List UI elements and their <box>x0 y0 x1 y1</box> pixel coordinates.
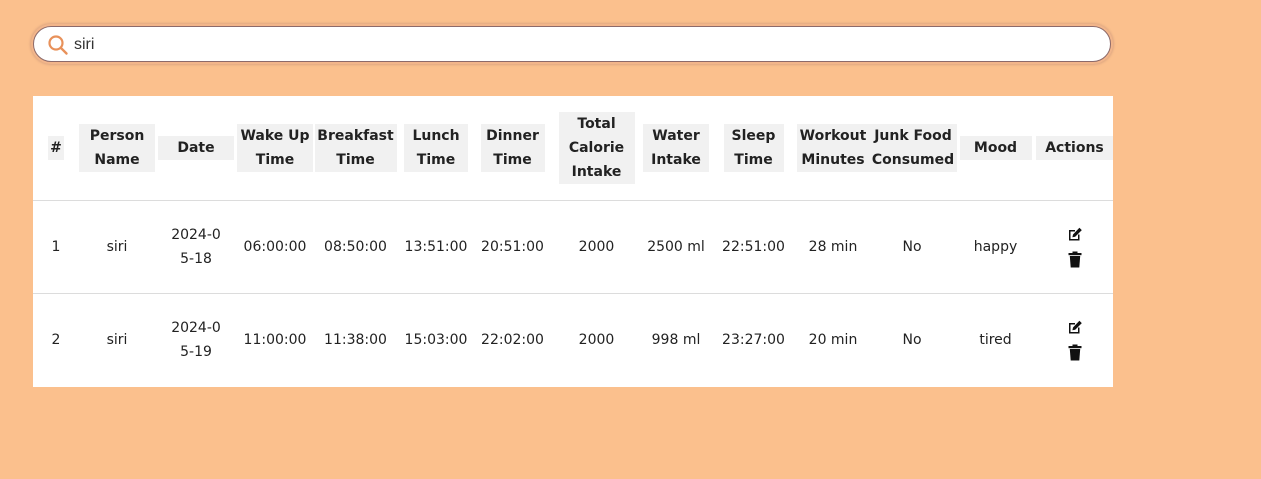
cell-sleep-time: 23:27:00 <box>710 293 797 386</box>
cell-breakfast-time: 11:38:00 <box>313 293 398 386</box>
cell-wake-up-time: 11:00:00 <box>237 293 313 386</box>
cell-mood: happy <box>955 200 1036 294</box>
search-input[interactable] <box>74 33 1074 57</box>
cell-index: 1 <box>33 200 79 294</box>
cell-dinner-time: 20:51:00 <box>474 200 551 294</box>
cell-total-calorie-intake: 2000 <box>551 200 642 294</box>
col-header-index: # <box>33 96 79 201</box>
cell-date: 2024-05-18 <box>155 200 237 294</box>
cell-workout-minutes: 20 min <box>797 293 869 386</box>
col-header-total-calorie-intake: Total Calorie Intake <box>551 96 642 201</box>
col-header-workout-minutes: Workout Minutes <box>797 96 869 201</box>
col-header-breakfast-time: Breakfast Time <box>313 96 398 201</box>
col-header-lunch-time: Lunch Time <box>398 96 474 201</box>
col-header-person-name: Person Name <box>79 96 155 201</box>
cell-workout-minutes: 28 min <box>797 200 869 294</box>
row-actions <box>1036 226 1113 268</box>
cell-actions <box>1036 200 1113 294</box>
cell-person-name: siri <box>79 200 155 294</box>
cell-dinner-time: 22:02:00 <box>474 293 551 386</box>
col-header-dinner-time: Dinner Time <box>474 96 551 201</box>
cell-index: 2 <box>33 293 79 386</box>
cell-mood: tired <box>955 293 1036 386</box>
cell-lunch-time: 15:03:00 <box>398 293 474 386</box>
trash-icon[interactable] <box>1067 251 1083 268</box>
cell-junk-food-consumed: No <box>869 293 955 386</box>
data-table-card: # Person Name Date Wake Up Time Breakfas… <box>33 96 1113 387</box>
col-header-sleep-time: Sleep Time <box>710 96 797 201</box>
cell-sleep-time: 22:51:00 <box>710 200 797 294</box>
col-header-wake-up-time: Wake Up Time <box>237 96 313 201</box>
cell-water-intake: 998 ml <box>642 293 710 386</box>
search-icon <box>48 35 68 55</box>
edit-icon[interactable] <box>1067 226 1083 243</box>
search-bar[interactable] <box>33 26 1111 62</box>
table-row: 2 siri 2024-05-19 11:00:00 11:38:00 15:0… <box>33 293 1113 386</box>
cell-date: 2024-05-19 <box>155 293 237 386</box>
cell-person-name: siri <box>79 293 155 386</box>
col-header-junk-food-consumed: Junk Food Consumed <box>869 96 957 201</box>
cell-lunch-time: 13:51:00 <box>398 200 474 294</box>
edit-icon[interactable] <box>1067 319 1083 336</box>
cell-total-calorie-intake: 2000 <box>551 293 642 386</box>
cell-breakfast-time: 08:50:00 <box>313 200 398 294</box>
health-log-table: # Person Name Date Wake Up Time Breakfas… <box>33 96 1113 386</box>
cell-water-intake: 2500 ml <box>642 200 710 294</box>
cell-junk-food-consumed: No <box>869 200 955 294</box>
table-header-row: # Person Name Date Wake Up Time Breakfas… <box>33 96 1113 201</box>
col-header-water-intake: Water Intake <box>642 96 710 201</box>
trash-icon[interactable] <box>1067 344 1083 361</box>
col-header-mood: Mood <box>955 96 1036 201</box>
row-actions <box>1036 319 1113 361</box>
cell-wake-up-time: 06:00:00 <box>237 200 313 294</box>
table-row: 1 siri 2024-05-18 06:00:00 08:50:00 13:5… <box>33 200 1113 294</box>
col-header-date: Date <box>155 96 237 201</box>
cell-actions <box>1036 293 1113 386</box>
col-header-actions: Actions <box>1036 96 1113 201</box>
